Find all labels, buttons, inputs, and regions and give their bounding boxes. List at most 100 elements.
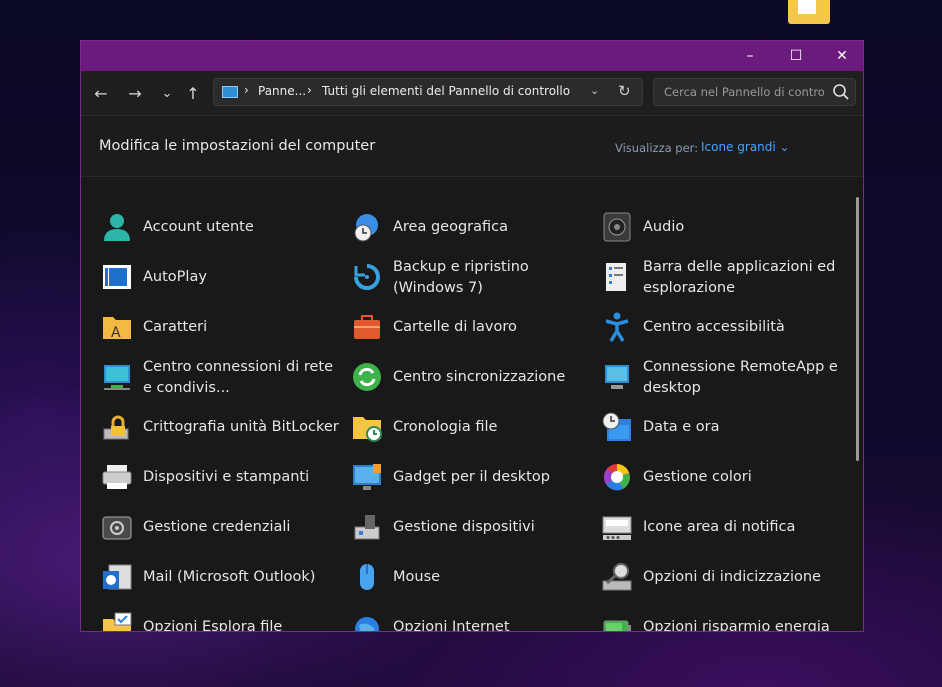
control-panel-item-label: Dispositivi e stampanti bbox=[143, 468, 310, 485]
remoteapp-icon bbox=[605, 365, 629, 389]
control-panel-item[interactable]: Dispositivi e stampanti bbox=[101, 457, 341, 497]
back-arrow-icon[interactable]: ← bbox=[87, 79, 115, 107]
explorer-options-icon bbox=[103, 612, 132, 631]
control-panel-item-label: Data e ora bbox=[643, 418, 720, 435]
control-panel-item-label: Cronologia file bbox=[393, 418, 498, 435]
control-panel-item-label: Opzioni Internet bbox=[393, 618, 510, 632]
gadgets-icon bbox=[353, 464, 381, 490]
refresh-icon[interactable]: ↻ bbox=[618, 82, 631, 100]
breadcrumb-separator-icon[interactable]: › bbox=[307, 83, 312, 97]
control-panel-item[interactable]: Gestione credenziali bbox=[101, 507, 341, 547]
control-panel-item-label: Icone area di notifica bbox=[643, 518, 796, 535]
control-panel-item-label: Opzioni risparmio energia bbox=[643, 618, 830, 632]
control-panel-item[interactable]: Opzioni di indicizzazione bbox=[601, 557, 841, 597]
control-panel-item[interactable]: Centro accessibilità bbox=[601, 307, 841, 347]
control-panel-item[interactable]: Gestione dispositivi bbox=[351, 507, 591, 547]
control-panel-item[interactable]: Account utente bbox=[101, 207, 341, 247]
breadcrumb-item[interactable]: Tutti gli elementi del Pannello di contr… bbox=[322, 84, 570, 98]
control-panel-item-label: Centro connessioni di rete e condivis... bbox=[143, 359, 334, 396]
control-panel-item[interactable]: Gestione colori bbox=[601, 457, 841, 497]
date-time-icon bbox=[602, 412, 631, 441]
control-panel-item[interactable]: Icone area di notifica bbox=[601, 507, 841, 547]
control-panel-item[interactable]: Gadget per il desktop bbox=[351, 457, 591, 497]
control-panel-item-label: Connessione RemoteApp e desktop bbox=[643, 359, 838, 396]
control-panel-item[interactable]: Audio bbox=[601, 207, 841, 247]
control-panel-item-label: Caratteri bbox=[143, 318, 208, 335]
control-panel-item[interactable]: Centro sincronizzazione bbox=[351, 357, 591, 397]
control-panel-item-label: Account utente bbox=[143, 218, 254, 235]
work-folders-icon bbox=[354, 315, 380, 339]
breadcrumb-separator-icon[interactable]: › bbox=[244, 83, 249, 97]
control-panel-item-label: Gestione dispositivi bbox=[393, 518, 535, 535]
search-icon[interactable] bbox=[832, 83, 850, 101]
power-options-icon bbox=[603, 620, 631, 631]
breadcrumb-item[interactable]: Panne... bbox=[258, 84, 306, 98]
control-panel-item[interactable]: Area geografica bbox=[351, 207, 591, 247]
printer-icon bbox=[102, 465, 132, 489]
control-panel-item-label: Gestione colori bbox=[643, 468, 752, 485]
control-panel-item[interactable]: Cartelle di lavoro bbox=[351, 307, 591, 347]
control-panel-item[interactable]: Barra delle applicazioni ed esplorazione bbox=[601, 257, 841, 297]
control-panel-item-label: Centro sincronizzazione bbox=[393, 368, 566, 385]
control-panel-item-label: Audio bbox=[643, 218, 685, 235]
control-panel-item-label: Gadget per il desktop bbox=[393, 468, 550, 485]
control-panel-item[interactable]: Cronologia file bbox=[351, 407, 591, 447]
control-panel-item-label: Mouse bbox=[393, 568, 441, 585]
close-button[interactable]: ✕ bbox=[819, 41, 863, 71]
control-panel-item[interactable]: Centro connessioni di rete e condivis... bbox=[101, 357, 341, 397]
desktop-folder-icon[interactable] bbox=[788, 0, 830, 24]
accessibility-icon bbox=[605, 312, 629, 342]
search-input[interactable] bbox=[662, 84, 826, 100]
control-panel-item-label: Gestione credenziali bbox=[143, 518, 291, 535]
control-panel-item[interactable]: Opzioni Esplora file bbox=[101, 607, 341, 632]
backup-icon bbox=[354, 264, 380, 290]
control-panel-item-label: Centro accessibilità bbox=[643, 318, 785, 335]
mouse-icon bbox=[360, 564, 374, 590]
control-panel-item[interactable]: Connessione RemoteApp e desktop bbox=[601, 357, 841, 397]
autoplay-icon bbox=[103, 265, 131, 289]
control-panel-item[interactable]: A Caratteri bbox=[101, 307, 341, 347]
user-accounts-icon bbox=[104, 214, 130, 241]
color-management-icon bbox=[604, 464, 630, 491]
control-panel-window: – ☐ ✕ ← → ⌄ ↑ › Panne... › Tutti gli ele… bbox=[80, 40, 864, 632]
control-panel-item[interactable]: Backup e ripristino (Windows 7) bbox=[351, 257, 591, 297]
maximize-button[interactable]: ☐ bbox=[773, 41, 819, 71]
control-panel-item-label: Cartelle di lavoro bbox=[393, 318, 517, 335]
taskbar-icon bbox=[606, 263, 626, 291]
up-arrow-icon[interactable]: ↑ bbox=[179, 79, 207, 107]
credential-manager-icon bbox=[102, 516, 132, 540]
sync-center-icon bbox=[353, 363, 381, 391]
internet-options-icon bbox=[355, 617, 379, 631]
control-panel-item[interactable]: Mail (Microsoft Outlook) bbox=[101, 557, 341, 597]
address-bar[interactable]: › Panne... › Tutti gli elementi del Pann… bbox=[213, 78, 643, 106]
view-by-dropdown[interactable]: Icone grandi ⌄ bbox=[701, 140, 790, 154]
control-panel-item-label: Opzioni di indicizzazione bbox=[643, 568, 821, 585]
control-panel-item[interactable]: Crittografia unità BitLocker bbox=[101, 407, 341, 447]
region-icon bbox=[354, 214, 378, 242]
page-title: Modifica le impostazioni del computer bbox=[99, 138, 376, 154]
notification-icons-icon bbox=[602, 516, 632, 540]
forward-arrow-icon[interactable]: → bbox=[121, 79, 149, 107]
control-panel-item-label: Area geografica bbox=[393, 218, 509, 235]
page-header: Modifica le impostazioni del computer Vi… bbox=[81, 116, 863, 177]
minimize-button[interactable]: – bbox=[727, 41, 773, 71]
control-panel-item-label: Barra delle applicazioni ed esplorazione bbox=[643, 259, 836, 296]
control-panel-item-label: Mail (Microsoft Outlook) bbox=[143, 568, 316, 585]
audio-icon bbox=[603, 212, 631, 242]
control-panel-item[interactable]: Data e ora bbox=[601, 407, 841, 447]
title-bar[interactable]: – ☐ ✕ bbox=[81, 41, 863, 71]
fonts-icon: A bbox=[103, 317, 131, 341]
control-panel-item-label: AutoPlay bbox=[143, 268, 207, 285]
control-panel-item[interactable]: Mouse bbox=[351, 557, 591, 597]
control-panel-item[interactable]: Opzioni Internet bbox=[351, 607, 591, 632]
recent-locations-chevron-icon[interactable]: ⌄ bbox=[153, 79, 181, 107]
control-panel-item[interactable]: Opzioni risparmio energia bbox=[601, 607, 841, 632]
search-box[interactable] bbox=[653, 78, 856, 106]
control-panel-item-label: Crittografia unità BitLocker bbox=[143, 418, 339, 435]
chevron-down-icon[interactable]: ⌄ bbox=[590, 84, 599, 97]
navigation-bar: ← → ⌄ ↑ › Panne... › Tutti gli elementi … bbox=[81, 71, 863, 116]
control-panel-item[interactable]: AutoPlay bbox=[101, 257, 341, 297]
control-panel-item-label: Opzioni Esplora file bbox=[143, 618, 283, 632]
svg-text:A: A bbox=[111, 325, 121, 341]
scrollbar[interactable] bbox=[856, 197, 859, 461]
